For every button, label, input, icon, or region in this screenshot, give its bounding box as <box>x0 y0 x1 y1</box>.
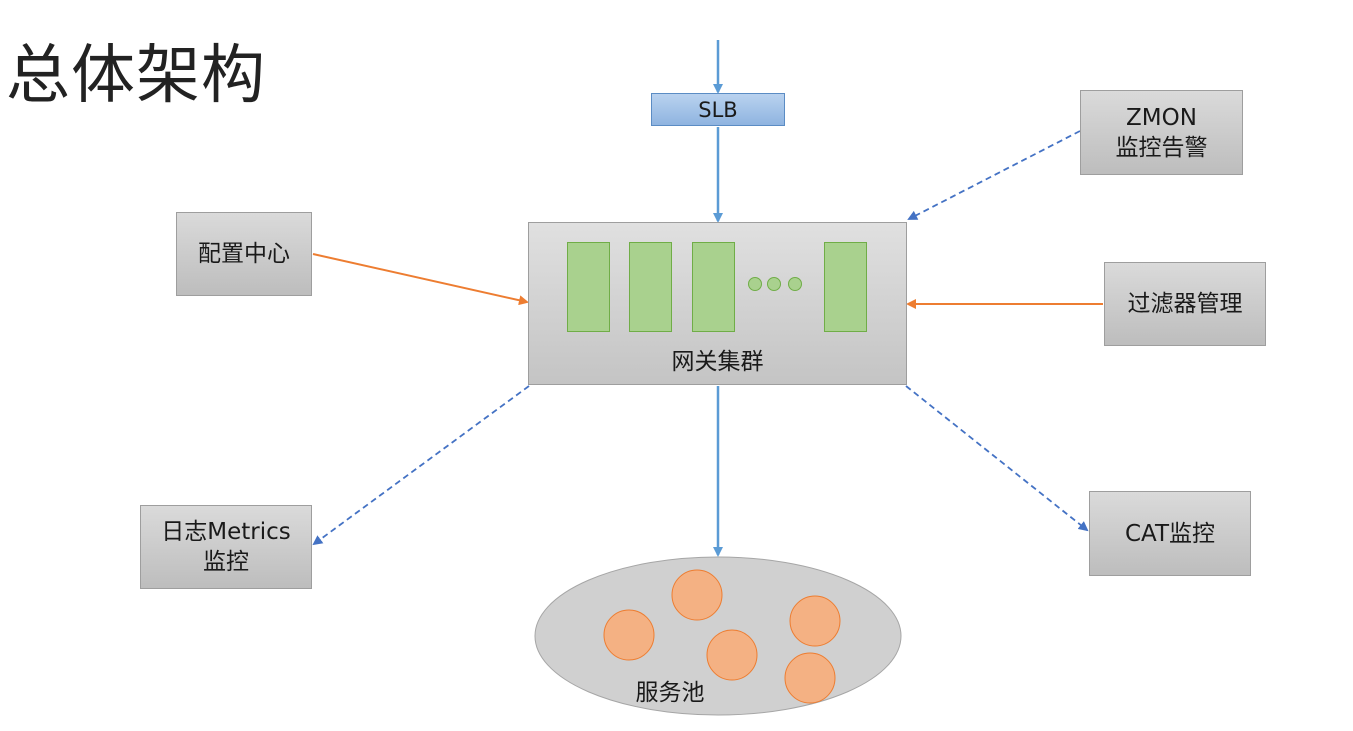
ellipsis-dot <box>788 277 802 291</box>
config-center-label: 配置中心 <box>198 241 290 267</box>
filter-mgmt-box: 过滤器管理 <box>1104 262 1266 346</box>
metrics-label-2: 监控 <box>203 549 249 575</box>
slb-box: SLB <box>651 93 785 126</box>
service-instance <box>789 595 841 647</box>
service-pool-label: 服务池 <box>635 680 705 706</box>
service-instance <box>784 652 836 704</box>
cat-box: CAT监控 <box>1089 491 1251 576</box>
ellipsis-dot <box>748 277 762 291</box>
zmon-label-2: 监控告警 <box>1115 134 1208 161</box>
gateway-node <box>824 242 867 332</box>
arrow-cluster-metrics <box>312 385 530 546</box>
arrow-cluster-cat <box>905 385 1089 532</box>
config-center-box: 配置中心 <box>176 212 312 296</box>
cat-label: CAT监控 <box>1124 520 1216 547</box>
gateway-cluster-box: 网关集群 <box>528 222 907 385</box>
gateway-node <box>629 242 672 332</box>
metrics-box: 日志Metrics 监控 <box>140 505 312 589</box>
gateway-cluster-label: 网关集群 <box>671 349 764 375</box>
filter-mgmt-label: 过滤器管理 <box>1127 291 1243 317</box>
zmon-box: ZMON 监控告警 <box>1080 90 1243 175</box>
zmon-label-1: ZMON <box>1126 104 1197 131</box>
arrow-zmon-cluster <box>907 130 1081 220</box>
arrow-config-cluster <box>312 253 529 306</box>
service-instance <box>671 569 723 621</box>
gateway-node <box>567 242 610 332</box>
metrics-label-1: 日志Metrics <box>161 519 291 545</box>
service-instance <box>603 609 655 661</box>
ellipsis-dot <box>767 277 781 291</box>
gateway-node <box>692 242 735 332</box>
